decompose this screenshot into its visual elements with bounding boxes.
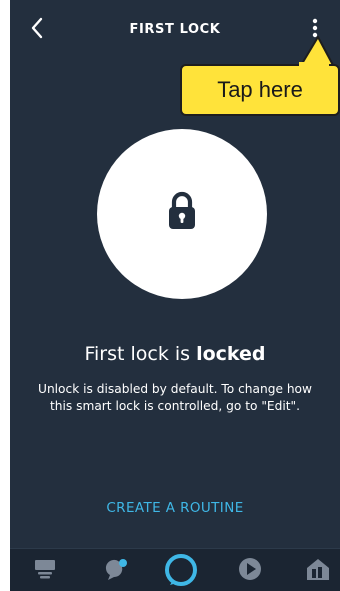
- bottom-navigation: [10, 548, 340, 591]
- lock-toggle-button[interactable]: [97, 129, 267, 299]
- callout-text: Tap here: [180, 64, 340, 116]
- lock-icon: [169, 191, 195, 229]
- status-value: locked: [196, 343, 266, 365]
- nav-home[interactable]: [32, 555, 58, 587]
- header: FIRST LOCK: [10, 0, 340, 58]
- callout-tail-cover: [299, 62, 329, 68]
- screen: FIRST LOCK Tap here First lock is locked…: [0, 0, 340, 591]
- nav-play[interactable]: [236, 555, 264, 587]
- nav-alexa[interactable]: [163, 552, 199, 591]
- home-feed-icon: [35, 560, 55, 579]
- tap-here-callout: Tap here: [180, 64, 340, 116]
- lock-info-text: Unlock is disabled by default. To change…: [38, 382, 312, 413]
- play-icon: [239, 558, 261, 580]
- lock-detail-screen: FIRST LOCK Tap here First lock is locked…: [10, 0, 340, 591]
- page-title: FIRST LOCK: [129, 22, 221, 37]
- alexa-icon: [165, 554, 197, 586]
- create-routine-link[interactable]: CREATE A ROUTINE: [10, 500, 340, 516]
- nav-communicate[interactable]: [102, 555, 130, 587]
- nav-devices[interactable]: [304, 555, 332, 587]
- status-prefix: First lock is: [84, 343, 197, 365]
- devices-icon: [307, 559, 329, 580]
- lock-status: First lock is locked: [10, 343, 340, 365]
- communicate-icon: [105, 559, 127, 580]
